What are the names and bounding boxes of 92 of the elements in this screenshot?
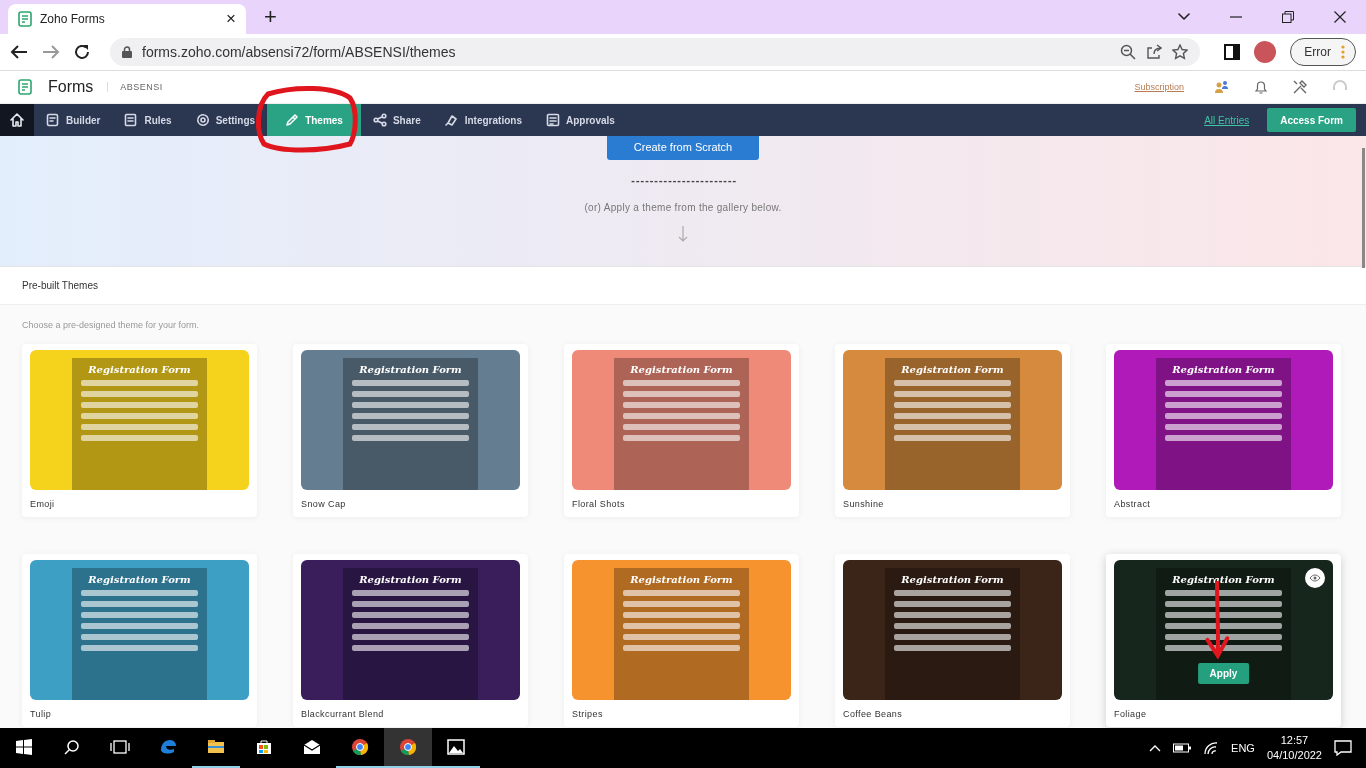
new-tab-button[interactable]: +	[264, 4, 277, 30]
form-name: ABSENSI	[107, 82, 163, 92]
preview-title: Registration Form	[1172, 364, 1275, 375]
profile-avatar[interactable]	[1254, 41, 1277, 63]
task-view-icon	[110, 739, 130, 755]
profile-error-button[interactable]: Error	[1290, 38, 1356, 66]
preview-title: Registration Form	[630, 364, 733, 375]
theme-name: Foliage	[1114, 709, 1148, 719]
theme-name: Stripes	[572, 709, 604, 719]
nav-tab[interactable]: Settings	[183, 104, 268, 136]
nav-tab[interactable]: Integrations	[432, 104, 534, 136]
windows-logo-icon	[16, 739, 32, 755]
close-icon[interactable]	[1334, 11, 1346, 23]
taskbar-app[interactable]	[384, 728, 432, 768]
nav-tab[interactable]: Builder	[34, 104, 113, 136]
reload-icon[interactable]	[74, 44, 90, 60]
lock-icon	[122, 46, 132, 58]
form-logo-icon	[18, 11, 32, 27]
chevron-down-icon[interactable]	[1178, 13, 1190, 21]
restore-icon[interactable]	[1282, 11, 1294, 23]
share-icon[interactable]	[1146, 44, 1163, 60]
battery-icon[interactable]	[1173, 743, 1192, 753]
theme-card[interactable]: Registration Form Blackcurrant Blend	[293, 554, 528, 727]
subscription-link[interactable]: Subscription	[1134, 82, 1184, 92]
theme-name: Tulip	[30, 709, 53, 719]
theme-name: Snow Cap	[301, 499, 347, 509]
preview-title: Registration Form	[901, 574, 1004, 585]
document-icon	[124, 113, 139, 127]
bell-icon[interactable]	[1254, 79, 1268, 95]
clock[interactable]: 12:57 04/10/2022	[1266, 733, 1322, 763]
forms-logo-icon	[18, 79, 32, 95]
preview-title: Registration Form	[359, 574, 462, 585]
theme-name: Floral Shots	[572, 499, 626, 509]
theme-card[interactable]: Registration Form Apply Foliage	[1106, 554, 1341, 727]
preview-title: Registration Form	[901, 364, 1004, 375]
preview-title: Registration Form	[88, 574, 191, 585]
eye-icon	[1309, 574, 1321, 582]
scrollbar-thumb[interactable]	[1362, 148, 1365, 268]
chevron-up-icon[interactable]	[1149, 744, 1162, 752]
preview-title: Registration Form	[88, 364, 191, 375]
theme-name: Abstract	[1114, 499, 1152, 509]
picture-icon	[446, 737, 466, 757]
zoom-out-icon[interactable]	[1120, 44, 1137, 60]
theme-card[interactable]: Registration Form Abstract	[1106, 344, 1341, 517]
gear-icon	[195, 113, 210, 127]
theme-name: Coffee Beans	[843, 709, 904, 719]
search-icon	[64, 739, 80, 755]
chrome-icon	[398, 737, 418, 757]
section-description: Choose a pre-designed theme for your form.	[21, 319, 201, 332]
theme-card[interactable]: Registration Form Tulip	[22, 554, 257, 727]
preview-title: Registration Form	[630, 574, 733, 585]
down-arrow-icon	[678, 225, 688, 243]
section-title: Pre-built Themes	[0, 267, 1366, 305]
wifi-icon[interactable]	[1203, 741, 1220, 755]
preview-button[interactable]	[1305, 568, 1325, 588]
preview-title: Registration Form	[359, 364, 462, 375]
language-indicator[interactable]: ENG	[1231, 742, 1255, 754]
browser-tab[interactable]: Zoho Forms ×	[8, 4, 246, 34]
nav-tab[interactable]: Rules	[112, 104, 184, 136]
all-entries-link[interactable]: All Entries	[1204, 114, 1250, 126]
nav-tab[interactable]: Approvals	[533, 104, 627, 136]
star-icon[interactable]	[1172, 44, 1189, 60]
theme-card[interactable]: Registration Form Floral Shots	[564, 344, 799, 517]
preview-title: Registration Form	[1172, 574, 1275, 585]
side-panel-icon[interactable]	[1224, 44, 1241, 60]
theme-name: Emoji	[30, 499, 56, 509]
notifications-icon[interactable]	[1334, 740, 1352, 756]
home-icon	[9, 112, 25, 128]
home-button[interactable]	[0, 104, 34, 136]
chrome-icon	[350, 737, 370, 757]
create-from-scratch-button[interactable]: Create from Scratch	[606, 136, 760, 160]
theme-card[interactable]: Registration Form Emoji	[22, 344, 257, 517]
theme-card[interactable]: Registration Form Stripes	[564, 554, 799, 727]
address-bar[interactable]: forms.zoho.com/absensi72/form/ABSENSI/themes	[110, 38, 1201, 66]
list-icon	[545, 113, 560, 127]
users-icon[interactable]	[1214, 79, 1230, 95]
app-logo-text: Forms	[48, 78, 94, 96]
forward-arrow-icon[interactable]	[42, 44, 60, 60]
tools-icon[interactable]	[1292, 79, 1308, 95]
theme-card[interactable]: Registration Form Coffee Beans	[835, 554, 1070, 727]
share-icon	[372, 113, 387, 127]
theme-name: Sunshine	[843, 499, 885, 509]
theme-card[interactable]: Registration Form Sunshine	[835, 344, 1070, 517]
theme-card[interactable]: Registration Form Snow Cap	[293, 344, 528, 517]
gallery-hint: (or) Apply a theme from the gallery below.	[584, 202, 782, 213]
close-tab-button[interactable]: ×	[226, 9, 236, 29]
dashed-divider: -----------------------	[630, 176, 736, 187]
theme-name: Blackcurrant Blend	[301, 709, 385, 719]
back-arrow-icon[interactable]	[10, 44, 28, 60]
shopping-bag-icon	[254, 737, 274, 757]
nav-tab[interactable]: Share	[360, 104, 433, 136]
envelope-icon	[302, 737, 322, 757]
